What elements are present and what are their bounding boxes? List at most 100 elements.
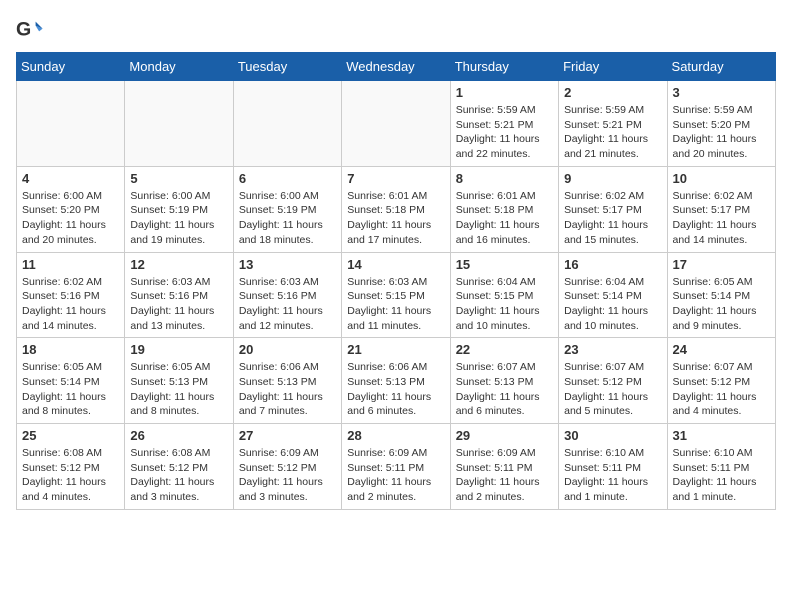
day-number: 7 bbox=[347, 171, 444, 186]
sunrise: Sunrise: 6:09 AM bbox=[239, 447, 319, 459]
daylight: Daylight: 11 hours and 18 minutes. bbox=[239, 219, 323, 246]
day-number: 31 bbox=[673, 428, 770, 443]
sunrise: Sunrise: 6:02 AM bbox=[673, 190, 753, 202]
day-number: 14 bbox=[347, 257, 444, 272]
sunset: Sunset: 5:18 PM bbox=[456, 204, 534, 216]
daylight: Daylight: 11 hours and 4 minutes. bbox=[673, 391, 757, 418]
daylight: Daylight: 11 hours and 14 minutes. bbox=[22, 305, 106, 332]
daylight: Daylight: 11 hours and 15 minutes. bbox=[564, 219, 648, 246]
sunrise: Sunrise: 6:10 AM bbox=[564, 447, 644, 459]
day-info: Sunrise: 6:09 AMSunset: 5:11 PMDaylight:… bbox=[456, 446, 553, 505]
day-info: Sunrise: 6:06 AMSunset: 5:13 PMDaylight:… bbox=[347, 360, 444, 419]
sunrise: Sunrise: 6:05 AM bbox=[673, 276, 753, 288]
calendar-cell: 5Sunrise: 6:00 AMSunset: 5:19 PMDaylight… bbox=[125, 166, 233, 252]
sunset: Sunset: 5:20 PM bbox=[673, 119, 751, 131]
day-number: 20 bbox=[239, 342, 336, 357]
daylight: Daylight: 11 hours and 5 minutes. bbox=[564, 391, 648, 418]
column-header-thursday: Thursday bbox=[450, 53, 558, 81]
calendar-cell: 2Sunrise: 5:59 AMSunset: 5:21 PMDaylight… bbox=[559, 81, 667, 167]
sunset: Sunset: 5:16 PM bbox=[130, 290, 208, 302]
sunrise: Sunrise: 6:05 AM bbox=[22, 361, 102, 373]
sunrise: Sunrise: 6:07 AM bbox=[456, 361, 536, 373]
sunset: Sunset: 5:13 PM bbox=[130, 376, 208, 388]
day-number: 12 bbox=[130, 257, 227, 272]
calendar-cell: 18 Sunrise: 6:05 AMSunset: 5:14 PMDayligh… bbox=[17, 338, 125, 424]
sunrise: Sunrise: 6:03 AM bbox=[130, 276, 210, 288]
sunset: Sunset: 5:12 PM bbox=[564, 376, 642, 388]
calendar-cell: 23Sunrise: 6:07 AMSunset: 5:12 PMDayligh… bbox=[559, 338, 667, 424]
daylight: Daylight: 11 hours and 20 minutes. bbox=[22, 219, 106, 246]
calendar-cell: 20 Sunrise: 6:06 AMSunset: 5:13 PMDayligh… bbox=[233, 338, 341, 424]
day-info: Sunrise: 5:59 AMSunset: 5:21 PMDaylight:… bbox=[564, 103, 661, 162]
sunrise: Sunrise: 6:01 AM bbox=[347, 190, 427, 202]
sunrise: Sunrise: 6:04 AM bbox=[564, 276, 644, 288]
sunset: Sunset: 5:12 PM bbox=[673, 376, 751, 388]
sunset: Sunset: 5:11 PM bbox=[456, 462, 533, 474]
sunset: Sunset: 5:15 PM bbox=[347, 290, 425, 302]
page-header: G bbox=[16, 16, 776, 44]
day-number: 18 bbox=[22, 342, 119, 357]
sunrise: Sunrise: 6:03 AM bbox=[347, 276, 427, 288]
daylight: Daylight: 11 hours and 8 minutes. bbox=[130, 391, 214, 418]
daylight: Daylight: 11 hours and 7 minutes. bbox=[239, 391, 323, 418]
week-row-4: 18 Sunrise: 6:05 AMSunset: 5:14 PMDayligh… bbox=[17, 338, 776, 424]
calendar-cell: 30Sunrise: 6:10 AMSunset: 5:11 PMDayligh… bbox=[559, 424, 667, 510]
daylight: Daylight: 11 hours and 22 minutes. bbox=[456, 133, 540, 160]
daylight: Daylight: 11 hours and 16 minutes. bbox=[456, 219, 540, 246]
calendar-cell: 7Sunrise: 6:01 AMSunset: 5:18 PMDaylight… bbox=[342, 166, 450, 252]
sunset: Sunset: 5:16 PM bbox=[22, 290, 100, 302]
day-info: Sunrise: 6:03 AMSunset: 5:16 PMDaylight:… bbox=[239, 275, 336, 334]
day-info: Sunrise: 6:05 AMSunset: 5:14 PMDaylight:… bbox=[22, 360, 119, 419]
day-number: 8 bbox=[456, 171, 553, 186]
sunrise: Sunrise: 5:59 AM bbox=[456, 104, 536, 116]
daylight: Daylight: 11 hours and 3 minutes. bbox=[130, 476, 214, 503]
sunset: Sunset: 5:11 PM bbox=[564, 462, 641, 474]
sunrise: Sunrise: 6:08 AM bbox=[130, 447, 210, 459]
day-info: Sunrise: 6:06 AMSunset: 5:13 PMDaylight:… bbox=[239, 360, 336, 419]
day-number: 23 bbox=[564, 342, 661, 357]
logo-icon: G bbox=[16, 16, 44, 44]
day-info: Sunrise: 6:00 AMSunset: 5:20 PMDaylight:… bbox=[22, 189, 119, 248]
calendar-cell: 22Sunrise: 6:07 AMSunset: 5:13 PMDayligh… bbox=[450, 338, 558, 424]
day-info: Sunrise: 6:10 AMSunset: 5:11 PMDaylight:… bbox=[564, 446, 661, 505]
sunset: Sunset: 5:15 PM bbox=[456, 290, 534, 302]
day-info: Sunrise: 6:07 AMSunset: 5:13 PMDaylight:… bbox=[456, 360, 553, 419]
sunset: Sunset: 5:21 PM bbox=[456, 119, 534, 131]
daylight: Daylight: 11 hours and 6 minutes. bbox=[347, 391, 431, 418]
day-number: 24 bbox=[673, 342, 770, 357]
calendar-cell: 26 Sunrise: 6:08 AMSunset: 5:12 PMDayligh… bbox=[125, 424, 233, 510]
daylight: Daylight: 11 hours and 1 minute. bbox=[673, 476, 757, 503]
daylight: Daylight: 11 hours and 11 minutes. bbox=[347, 305, 431, 332]
day-info: Sunrise: 5:59 AM Sunset: 5:21 PM Daylight:… bbox=[456, 103, 553, 162]
day-number: 16 bbox=[564, 257, 661, 272]
week-row-5: 25Sunrise: 6:08 AMSunset: 5:12 PMDayligh… bbox=[17, 424, 776, 510]
daylight: Daylight: 11 hours and 10 minutes. bbox=[564, 305, 648, 332]
calendar-cell: 14 Sunrise: 6:03 AM Sunset: 5:15 PM Dayligh… bbox=[342, 252, 450, 338]
sunrise: Sunrise: 6:10 AM bbox=[673, 447, 753, 459]
day-number: 10 bbox=[673, 171, 770, 186]
week-row-3: 11Sunrise: 6:02 AMSunset: 5:16 PMDayligh… bbox=[17, 252, 776, 338]
calendar-cell: 15Sunrise: 6:04 AMSunset: 5:15 PMDayligh… bbox=[450, 252, 558, 338]
day-number: 13 bbox=[239, 257, 336, 272]
daylight: Daylight: 11 hours and 2 minutes. bbox=[456, 476, 540, 503]
calendar-cell: 11Sunrise: 6:02 AMSunset: 5:16 PMDayligh… bbox=[17, 252, 125, 338]
sunset: Sunset: 5:11 PM bbox=[347, 462, 424, 474]
sunset: Sunset: 5:17 PM bbox=[673, 204, 751, 216]
calendar-cell: 10Sunrise: 6:02 AMSunset: 5:17 PMDayligh… bbox=[667, 166, 775, 252]
day-number: 26 bbox=[130, 428, 227, 443]
day-number: 29 bbox=[456, 428, 553, 443]
day-info: Sunrise: 6:08 AMSunset: 5:12 PMDaylight:… bbox=[130, 446, 227, 505]
daylight: Daylight: 11 hours and 6 minutes. bbox=[456, 391, 540, 418]
sunrise: Sunrise: 6:06 AM bbox=[239, 361, 319, 373]
day-info: Sunrise: 6:02 AMSunset: 5:16 PMDaylight:… bbox=[22, 275, 119, 334]
sunset: Sunset: 5:20 PM bbox=[22, 204, 100, 216]
daylight: Daylight: 11 hours and 3 minutes. bbox=[239, 476, 323, 503]
calendar-cell bbox=[342, 81, 450, 167]
day-info: Sunrise: 6:09 AMSunset: 5:12 PMDaylight:… bbox=[239, 446, 336, 505]
column-header-friday: Friday bbox=[559, 53, 667, 81]
calendar-cell bbox=[125, 81, 233, 167]
sunrise: Sunrise: 6:03 AM bbox=[239, 276, 319, 288]
calendar: SundayMondayTuesdayWednesdayThursdayFrid… bbox=[16, 52, 776, 510]
day-info: Sunrise: 6:04 AM Sunset: 5:14 PM Daylight:… bbox=[564, 275, 661, 334]
sunset: Sunset: 5:14 PM bbox=[564, 290, 642, 302]
